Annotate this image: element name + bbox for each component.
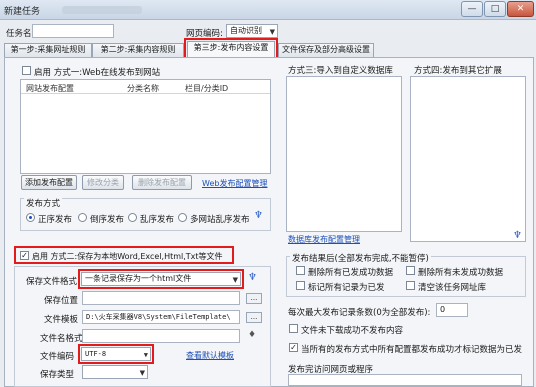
page-encoding-value: 自动识别 [230, 26, 262, 35]
view-default-template-link[interactable]: 查看默认模板 [186, 350, 234, 361]
delete-failed-checkbox[interactable] [406, 266, 415, 275]
delete-success-checkbox[interactable] [296, 266, 305, 275]
minimize-button[interactable]: — [461, 1, 483, 17]
method2-checkbox[interactable]: ✓ [20, 251, 29, 260]
max-publish-label: 每次最大发布记录条数(0为全部发布): [288, 308, 431, 318]
db-config-manage-link[interactable]: 数据库发布配置管理 [288, 234, 360, 245]
save-type-label: 保存类型 [40, 370, 75, 380]
file-encoding-value: UTF-8 [85, 350, 107, 358]
delete-config-button[interactable]: 删除发布配置 [132, 175, 192, 190]
radio-ordered[interactable] [26, 213, 35, 222]
task-name-label: 任务名: [6, 29, 35, 39]
mode-ordered-label: 正序发布 [38, 215, 73, 225]
save-format-help-icon[interactable]: ♆ [248, 272, 257, 283]
mark-published-label: 标记所有记录为已发 [308, 283, 385, 293]
filename-format-input[interactable] [82, 329, 240, 343]
edit-category-button[interactable]: 修改分类 [82, 175, 124, 190]
chevron-down-icon: ▼ [269, 28, 275, 36]
no-publish-unfinished-label: 文件未下载成功不发布内容 [301, 326, 404, 336]
col-config: 网站发布配置 [26, 84, 74, 93]
mark-published-checkbox[interactable] [296, 281, 305, 290]
save-format-value: 一条记录保存为一个html文件 [85, 274, 192, 283]
radio-reverse[interactable] [78, 213, 87, 222]
save-format-select[interactable]: 一条记录保存为一个html文件 ▼ [81, 272, 241, 286]
template-label: 文件模板 [44, 315, 79, 325]
file-encoding-select[interactable]: UTF-8 ▼ [81, 347, 151, 361]
title-blur [62, 6, 142, 14]
browse-location-button[interactable]: ... [246, 293, 262, 304]
page-encoding-select[interactable]: 自动识别 ▼ [226, 24, 278, 38]
clear-urls-checkbox[interactable] [406, 281, 415, 290]
mode-random-label: 乱序发布 [140, 215, 175, 225]
publish-complete-input[interactable] [288, 374, 522, 386]
single-mark-checkbox[interactable]: ✓ [289, 343, 298, 352]
method2-enable-label: 启用 方式二:保存为本地Word,Excel,Html,Txt等文件 [32, 252, 223, 261]
publish-mode-label: 发布方式 [24, 197, 63, 209]
save-location-label: 保存位置 [44, 296, 79, 306]
method1-enable-label: 启用 方式一:Web在线发布到网站 [34, 68, 161, 78]
radio-multisite[interactable] [178, 213, 187, 222]
save-type-select[interactable]: ▼ [82, 365, 148, 379]
browse-template-button[interactable]: ... [246, 312, 262, 323]
extension-help-icon[interactable]: ♆ [513, 230, 522, 241]
close-button[interactable]: ✕ [507, 1, 534, 17]
col-category: 分类名称 [127, 84, 159, 93]
clear-urls-label: 清空该任务网址库 [418, 283, 487, 293]
window-title: 新建任务 [4, 7, 41, 17]
web-config-manage-link[interactable]: Web发布配置管理 [202, 178, 267, 189]
single-mark-label: 当所有的发布方式中所有配置都发布成功才标记数据为已发 [301, 345, 523, 355]
method4-title: 方式四:发布到其它扩展 [414, 66, 502, 76]
template-input[interactable]: D:\火车采集器V8\System\FileTemplate\ [82, 310, 240, 324]
method3-title: 方式三:导入到自定义数据库 [288, 66, 393, 76]
custom-db-list[interactable] [286, 76, 402, 232]
no-publish-unfinished-checkbox[interactable] [289, 324, 298, 333]
task-name-input[interactable] [32, 24, 114, 38]
help-icon[interactable]: ♆ [254, 210, 263, 221]
chevron-down-icon: ▼ [139, 369, 145, 377]
tab-step2[interactable]: 第二步:采集内容规则 [92, 43, 184, 57]
add-config-button[interactable]: 添加发布配置 [21, 175, 77, 190]
chevron-down-icon: ▼ [143, 351, 148, 359]
save-location-input[interactable] [82, 291, 240, 305]
filename-format-label: 文件名格式 [40, 334, 83, 344]
radio-random[interactable] [128, 213, 137, 222]
tab-advanced[interactable]: 文件保存及部分高级设置 [278, 43, 374, 57]
maximize-button[interactable]: □ [484, 1, 506, 17]
after-publish-title: 发布结果后(全部发布完成,不能暂停) [290, 252, 431, 264]
save-format-label: 保存文件格式 [26, 277, 78, 287]
filename-tag-icon[interactable]: ♦ [248, 330, 256, 340]
chevron-down-icon: ▼ [232, 276, 238, 284]
file-encoding-label: 文件编码 [40, 352, 75, 362]
delete-success-label: 删除所有已发成功数据 [308, 268, 394, 278]
extension-list[interactable] [410, 76, 526, 242]
col-id: 栏目/分类ID [185, 84, 229, 93]
mode-reverse-label: 倒序发布 [90, 215, 125, 225]
method1-checkbox[interactable] [22, 66, 31, 75]
delete-failed-label: 删除所有未发成功数据 [418, 268, 504, 278]
mode-multisite-label: 多网站乱序发布 [190, 215, 250, 225]
max-publish-input[interactable]: 0 [436, 303, 468, 317]
tab-step1[interactable]: 第一步:采集网址规则 [4, 43, 92, 57]
